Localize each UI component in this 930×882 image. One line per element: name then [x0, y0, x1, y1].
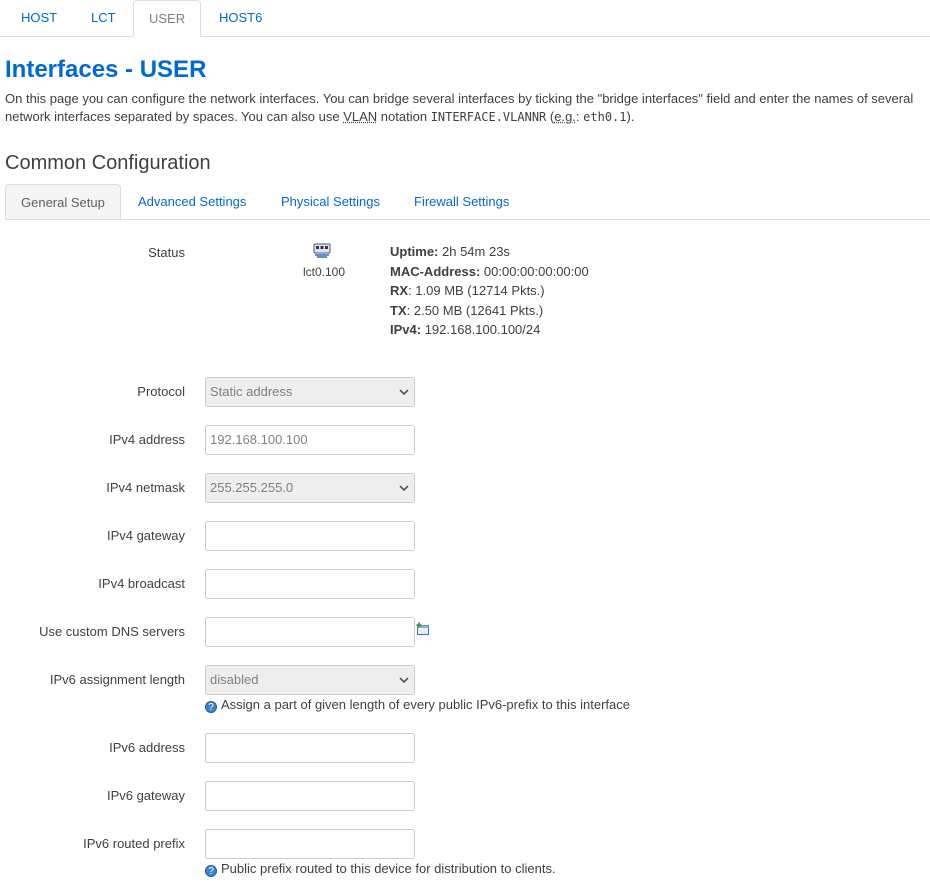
protocol-label: Protocol — [137, 384, 185, 399]
network-device-icon — [313, 243, 331, 258]
vlan-abbr: VLAN — [343, 109, 378, 124]
ipv4-netmask-select[interactable]: 255.255.255.0 — [205, 473, 415, 503]
ipv4-address-input[interactable]: 192.168.100.100 — [205, 425, 415, 455]
uptime-value: 2h 54m 23s — [438, 244, 510, 259]
dns-server-input[interactable] — [205, 617, 415, 647]
help-icon: ? — [205, 865, 217, 877]
dns-label: Use custom DNS servers — [39, 624, 185, 639]
desc-text: notation — [377, 109, 431, 124]
ipv6-address-label: IPv6 address — [109, 740, 185, 755]
desc-code: INTERFACE.VLANNR — [430, 110, 547, 124]
status-device-name: lct0.100 — [303, 265, 346, 279]
ipv4-gateway-input[interactable] — [205, 521, 415, 551]
ipv6-prefix-label: IPv6 routed prefix — [83, 836, 185, 851]
tab-advanced-settings[interactable]: Advanced Settings — [123, 184, 261, 219]
ipv6-address-input[interactable] — [205, 733, 415, 763]
tx-label: TX — [390, 302, 407, 318]
rx-value: : 1.09 MB (12714 Pkts.) — [408, 283, 545, 298]
page-title: Interfaces - USER — [5, 56, 207, 83]
ipv4-status-value: 192.168.100.100/24 — [421, 322, 541, 337]
ipv6-gateway-label: IPv6 gateway — [106, 788, 185, 803]
chevron-down-icon — [399, 677, 409, 684]
ipv6-assignment-value: disabled — [210, 672, 259, 687]
chevron-down-icon — [399, 389, 409, 396]
chevron-down-icon — [399, 485, 409, 492]
tab-host6[interactable]: HOST6 — [204, 0, 277, 35]
ipv4-address-label: IPv4 address — [109, 432, 185, 447]
tab-physical-settings[interactable]: Physical Settings — [266, 184, 395, 219]
mac-value: 00:00:00:00:00:00 — [480, 263, 589, 279]
settings-tab-bar: General Setup Advanced Settings Physical… — [5, 184, 930, 220]
protocol-select[interactable]: Static address — [205, 377, 415, 407]
tab-general-setup[interactable]: General Setup — [5, 184, 121, 219]
ipv6-gateway-input[interactable] — [205, 781, 415, 811]
ipv6-assignment-select[interactable]: disabled — [205, 665, 415, 695]
mac-label: MAC-Address: — [390, 263, 481, 279]
protocol-value: Static address — [210, 384, 293, 399]
ipv6-prefix-hint: ? Public prefix routed to this device for… — [205, 861, 556, 877]
rx-label: RX — [390, 283, 409, 298]
status-label: Status — [148, 245, 185, 260]
ipv4-gateway-label: IPv4 gateway — [106, 528, 185, 543]
ipv6-prefix-hint-text: Public prefix routed to this device for … — [221, 861, 556, 876]
add-entry-icon[interactable] — [416, 622, 430, 636]
eg-abbr: e.g. — [554, 109, 576, 124]
uptime-label: Uptime: — [390, 244, 439, 259]
ipv4-broadcast-input[interactable] — [205, 569, 415, 599]
page-description: On this page you can configure the netwo… — [5, 90, 925, 126]
desc-text: ). — [626, 109, 635, 124]
tab-firewall-settings[interactable]: Firewall Settings — [399, 184, 524, 219]
tab-user[interactable]: USER — [133, 0, 202, 37]
ipv6-assignment-hint-text: Assign a part of given length of every p… — [221, 697, 630, 712]
tab-host[interactable]: HOST — [6, 0, 72, 35]
top-tab-bar: HOST LCT USER HOST6 — [0, 0, 930, 37]
ipv6-assignment-hint: ? Assign a part of given length of every … — [205, 697, 630, 713]
section-title: Common Configuration — [5, 152, 211, 174]
ipv4-netmask-label: IPv4 netmask — [106, 480, 185, 495]
ipv4-broadcast-label: IPv4 broadcast — [98, 576, 185, 591]
help-icon: ? — [205, 701, 217, 713]
tx-value: : 2.50 MB (12641 Pkts.) — [406, 302, 544, 318]
ipv4-netmask-value: 255.255.255.0 — [210, 480, 294, 495]
status-details: Uptime: 2h 54m 23s MAC-Address: 00:00:00… — [390, 242, 589, 340]
ipv6-assignment-label: IPv6 assignment length — [49, 672, 185, 687]
desc-code: eth0.1 — [583, 110, 627, 124]
ipv4-address-value: 192.168.100.100 — [210, 432, 308, 447]
ipv6-prefix-input[interactable] — [205, 829, 415, 859]
ipv4-status-label: IPv4: — [390, 322, 422, 337]
tab-lct[interactable]: LCT — [76, 0, 131, 35]
